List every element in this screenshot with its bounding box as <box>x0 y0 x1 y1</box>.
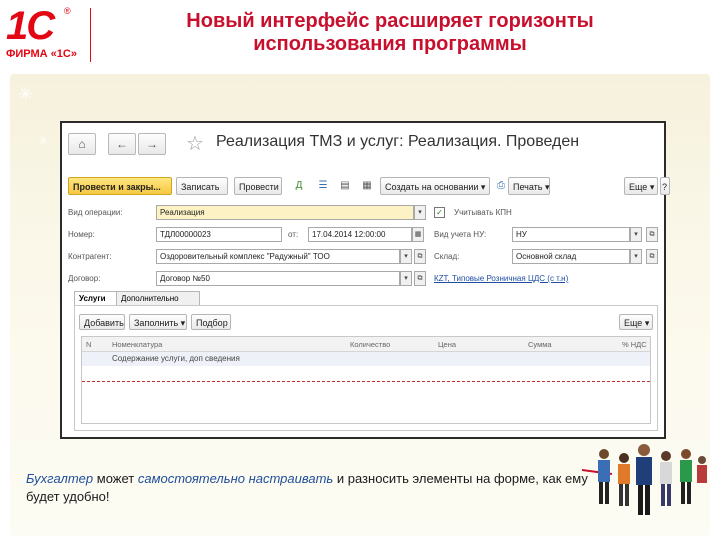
logo-mark: 1C <box>6 4 55 48</box>
tab-additional[interactable]: Дополнительно <box>116 291 200 306</box>
home-button[interactable]: ⌂ <box>68 133 96 155</box>
slide-title-line-1: Новый интерфейс расширяет горизонты <box>186 10 594 32</box>
column-header[interactable]: Номенклатура <box>112 340 162 349</box>
number-label: Номер: <box>68 230 95 239</box>
number-field[interactable]: ТДЛ00000023 <box>156 227 282 242</box>
logo-divider <box>90 8 91 62</box>
table-icon[interactable]: ▤ <box>336 177 354 195</box>
help-button[interactable]: ? <box>660 177 670 195</box>
back-button[interactable]: ← <box>108 133 136 155</box>
sparkle-icon: ✳ <box>18 84 34 104</box>
contract-row: Договор: Договор №50 ▾ ⧉ КZТ, Типовые Ро… <box>68 271 658 287</box>
operation-type-label: Вид операции: <box>68 208 123 217</box>
warehouse-label: Склад: <box>434 252 460 261</box>
vat-rates-link[interactable]: КZТ, Типовые Розничная ЦДС (с т.н) <box>434 274 568 283</box>
list-icon[interactable]: ☰ <box>314 177 332 195</box>
chevron-down-icon: ▾ <box>634 231 638 238</box>
brand-logo: 1C ® ФИРМА «1С» <box>6 6 86 64</box>
counterparty-row: Контрагент: Оздоровительный комплекс "Ра… <box>68 249 658 265</box>
warehouse-dropdown[interactable]: ▾ <box>630 249 642 264</box>
operation-type-row: Вид операции: Реализация ▾ ✓ Учитывать К… <box>68 205 658 221</box>
app-window: ⌂ ← → ☆ Реализация ТМЗ и услуг: Реализац… <box>60 121 670 439</box>
post-button[interactable]: Провести <box>234 177 282 195</box>
document-title: Реализация ТМЗ и услуг: Реализация. Пров… <box>216 133 580 150</box>
tax-accounting-dropdown[interactable]: ▾ <box>630 227 642 242</box>
logo-subtitle: ФИРМА «1С» <box>6 48 77 60</box>
favorite-star-icon[interactable]: ☆ <box>186 131 204 156</box>
calendar-button[interactable]: ▦ <box>412 227 424 242</box>
date-field[interactable]: 17.04.2014 12:00:00 <box>308 227 412 242</box>
slide-title-line-2: использования программы <box>253 33 527 55</box>
ledger-icon[interactable]: Д <box>290 177 308 195</box>
chevron-down-icon: ▾ <box>404 275 408 282</box>
select-button[interactable]: Подбор <box>191 314 231 330</box>
caption-customize: самостоятельно настраивать <box>137 471 334 486</box>
sparkle-icon: ✳ <box>38 134 49 148</box>
contract-field[interactable]: Договор №50 <box>156 271 400 286</box>
add-button[interactable]: Добавить <box>79 314 125 330</box>
people-figures <box>598 444 707 515</box>
counterparty-label: Контрагент: <box>68 252 112 261</box>
caption-accountant: Бухгалтер <box>26 471 94 486</box>
document-toolbar: Провести и закры... Записать Провести Д … <box>68 177 670 197</box>
post-and-close-button[interactable]: Провести и закры... <box>68 177 172 195</box>
slide-title: Новый интерфейс расширяет горизонты испо… <box>120 10 660 56</box>
back-arrow-icon: ← <box>116 137 128 151</box>
tax-accounting-label: Вид учета НУ: <box>434 230 487 239</box>
window-titlebar: ⌂ ← → ☆ Реализация ТМЗ и услуг: Реализац… <box>68 131 658 157</box>
column-header[interactable]: % НДС <box>622 340 647 349</box>
table-row-text: Содержание услуги, доп сведения <box>112 354 240 363</box>
print-button[interactable]: Печать ▾ <box>508 177 550 195</box>
calendar-icon: ▦ <box>414 231 422 238</box>
warehouse-open[interactable]: ⧉ <box>646 249 658 264</box>
contract-open[interactable]: ⧉ <box>414 271 426 286</box>
date-label: от: <box>288 230 299 239</box>
forward-arrow-icon: → <box>146 137 158 151</box>
report-icon[interactable]: ▦ <box>358 177 376 195</box>
services-more-button[interactable]: Еще ▾ <box>619 314 653 330</box>
services-tab-panel: Добавить Заполнить ▾ Подбор Еще ▾ N Номе… <box>74 305 658 431</box>
tax-accounting-field[interactable]: НУ <box>512 227 630 242</box>
slide-header: 1C ® ФИРМА «1С» Новый интерфейс расширяе… <box>0 0 720 70</box>
more-button[interactable]: Еще ▾ <box>624 177 658 195</box>
vat-checkbox[interactable]: ✓ <box>434 207 445 218</box>
table-header: N Номенклатура Количество Цена Сумма % Н… <box>82 337 650 352</box>
forward-button[interactable]: → <box>138 133 166 155</box>
operation-type-dropdown[interactable]: ▾ <box>414 205 426 220</box>
operation-type-field[interactable]: Реализация <box>156 205 414 220</box>
selection-boundary <box>82 381 650 382</box>
counterparty-open[interactable]: ⧉ <box>414 249 426 264</box>
contract-dropdown[interactable]: ▾ <box>400 271 412 286</box>
logo-registered: ® <box>64 6 71 16</box>
contract-label: Договор: <box>68 274 101 283</box>
vat-checkbox-label: Учитывать КПН <box>454 208 512 217</box>
warehouse-field[interactable]: Основной склад <box>512 249 630 264</box>
chevron-down-icon: ▾ <box>418 209 422 216</box>
column-header[interactable]: Количество <box>350 340 390 349</box>
chevron-down-icon: ▾ <box>404 253 408 260</box>
open-icon: ⧉ <box>417 275 423 282</box>
caption-text: может <box>93 471 138 486</box>
column-header[interactable]: N <box>86 340 91 349</box>
open-icon: ⧉ <box>649 231 655 238</box>
tab-services[interactable]: Услуги <box>74 291 122 306</box>
slide-caption: Бухгалтер может самостоятельно настраива… <box>26 470 606 506</box>
counterparty-dropdown[interactable]: ▾ <box>400 249 412 264</box>
open-icon: ⧉ <box>417 253 423 260</box>
fill-button[interactable]: Заполнить ▾ <box>129 314 187 330</box>
open-icon: ⧉ <box>649 253 655 260</box>
home-icon: ⌂ <box>78 137 86 151</box>
counterparty-field[interactable]: Оздоровительный комплекс "Радужный" ТОО <box>156 249 400 264</box>
tax-accounting-open[interactable]: ⧉ <box>646 227 658 242</box>
services-table[interactable]: N Номенклатура Количество Цена Сумма % Н… <box>81 336 651 424</box>
column-header[interactable]: Цена <box>438 340 456 349</box>
number-row: Номер: ТДЛ00000023 от: 17.04.2014 12:00:… <box>68 227 658 243</box>
finish-line-illustration <box>582 444 707 515</box>
create-based-on-button[interactable]: Создать на основании ▾ <box>380 177 490 195</box>
save-button[interactable]: Записать <box>176 177 228 195</box>
table-row[interactable]: Содержание услуги, доп сведения <box>82 352 650 366</box>
column-header[interactable]: Сумма <box>528 340 552 349</box>
chevron-down-icon: ▾ <box>634 253 638 260</box>
